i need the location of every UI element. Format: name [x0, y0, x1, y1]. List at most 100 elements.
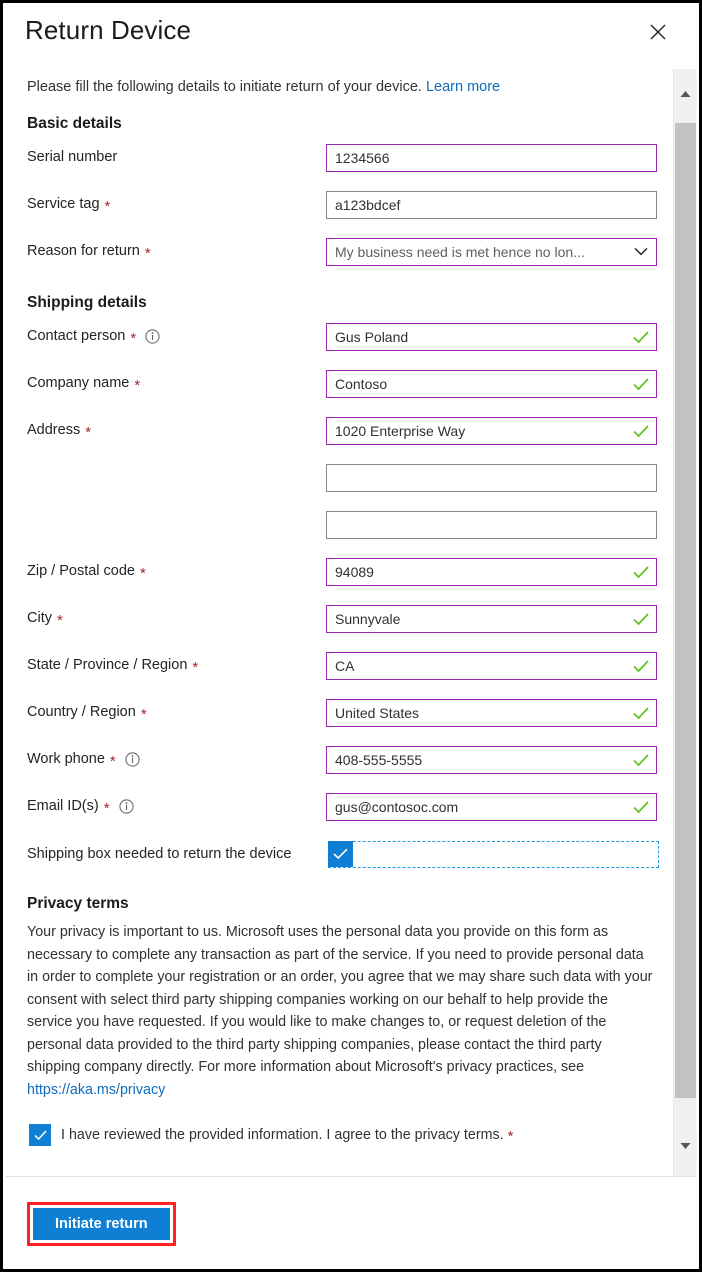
info-glyph: [125, 751, 140, 767]
section-heading-basic: Basic details: [27, 115, 122, 132]
field-label-work-phone: Work phone *: [27, 751, 140, 770]
field-city[interactable]: [326, 605, 657, 633]
field-label-state-province-region: State / Province / Region *: [27, 657, 199, 676]
field-label-address: Address *: [27, 422, 91, 440]
input-contact-person[interactable]: [326, 323, 657, 351]
info-glyph: [145, 328, 160, 344]
intro-text: Please fill the following details to ini…: [27, 77, 500, 97]
required-asterisk: *: [104, 197, 111, 215]
dialog-scroll-area: Please fill the following details to ini…: [6, 69, 679, 1179]
close-icon[interactable]: [643, 17, 673, 47]
required-asterisk: *: [140, 705, 147, 723]
field-work-phone[interactable]: [326, 746, 657, 774]
field-label-city-text: City: [27, 610, 52, 626]
field-address-line-4[interactable]: [326, 511, 657, 539]
input-address[interactable]: [326, 417, 657, 445]
select-reason-for-return-value: My business need is met hence no lon...: [335, 244, 585, 260]
privacy-terms-text: Your privacy is important to us. Microso…: [27, 921, 657, 1101]
field-state-province-region[interactable]: [326, 652, 657, 680]
field-address-line-3[interactable]: [326, 464, 657, 492]
field-label-zip-postal-code: Zip / Postal code *: [27, 563, 146, 582]
field-label-email-id-s-text: Email ID(s): [27, 798, 99, 814]
input-company-name[interactable]: [326, 370, 657, 398]
field-service-tag[interactable]: [326, 191, 657, 219]
field-country-region[interactable]: [326, 699, 657, 727]
agreement-label-text: I have reviewed the provided information…: [61, 1127, 504, 1143]
primary-button-annotation: Initiate return: [27, 1202, 176, 1246]
return-device-dialog: Return Device Please fill the following …: [0, 0, 702, 1272]
checkmark-icon: [333, 848, 348, 860]
required-asterisk: *: [56, 611, 63, 629]
field-zip-postal-code[interactable]: [326, 558, 657, 586]
required-asterisk: *: [109, 752, 116, 770]
initiate-return-button[interactable]: Initiate return: [33, 1208, 170, 1240]
agreement-label: I have reviewed the provided information…: [61, 1127, 514, 1145]
input-serial-number[interactable]: [326, 144, 657, 172]
input-zip-postal-code[interactable]: [326, 558, 657, 586]
learn-more-link[interactable]: Learn more: [426, 79, 500, 95]
input-city[interactable]: [326, 605, 657, 633]
input-country-region[interactable]: [326, 699, 657, 727]
shipping-box-focus-outline: [328, 841, 659, 868]
caret-down-glyph: [680, 1143, 691, 1149]
input-email-id-s[interactable]: [326, 793, 657, 821]
shipping-box-checkbox[interactable]: [328, 841, 353, 867]
field-label-work-phone-text: Work phone: [27, 751, 105, 767]
caret-up-icon[interactable]: [674, 79, 697, 109]
field-label-service-tag-text: Service tag: [27, 196, 100, 212]
field-label-state-province-region-text: State / Province / Region: [27, 657, 188, 673]
required-asterisk: *: [507, 1128, 514, 1145]
field-label-country-region-text: Country / Region: [27, 704, 136, 720]
field-label-contact-person: Contact person *: [27, 328, 160, 347]
select-reason-for-return[interactable]: My business need is met hence no lon...: [326, 238, 657, 266]
field-label-contact-person-text: Contact person: [27, 328, 126, 344]
agreement-checkbox[interactable]: [29, 1124, 51, 1146]
info-icon[interactable]: [125, 751, 140, 767]
scrollbar-thumb[interactable]: [675, 123, 696, 1098]
info-icon[interactable]: [145, 328, 160, 344]
field-label-reason-for-return: Reason for return *: [27, 243, 151, 262]
intro-sentence: Please fill the following details to ini…: [27, 79, 422, 95]
input-work-phone[interactable]: [326, 746, 657, 774]
field-email-id-s[interactable]: [326, 793, 657, 821]
caret-down-icon[interactable]: [674, 1131, 697, 1161]
field-contact-person[interactable]: [326, 323, 657, 351]
section-heading-shipping: Shipping details: [27, 294, 147, 311]
field-label-serial-number-text: Serial number: [27, 149, 118, 165]
required-asterisk: *: [140, 564, 146, 582]
input-address-line-4[interactable]: [326, 511, 657, 539]
close-glyph: [650, 24, 666, 40]
required-asterisk: *: [192, 658, 199, 676]
field-company-name[interactable]: [326, 370, 657, 398]
field-label-serial-number: Serial number: [27, 149, 117, 165]
field-label-company-name: Company name *: [27, 375, 141, 394]
caret-up-glyph: [680, 91, 691, 97]
input-address-line-3[interactable]: [326, 464, 657, 492]
field-label-city: City *: [27, 610, 63, 629]
field-label-email-id-s: Email ID(s) *: [27, 798, 134, 817]
dialog-footer: Initiate return: [6, 1176, 696, 1266]
field-label-service-tag: Service tag *: [27, 196, 111, 215]
info-icon[interactable]: [118, 798, 134, 814]
input-service-tag[interactable]: [326, 191, 657, 219]
required-asterisk: *: [144, 244, 151, 262]
field-label-reason-for-return-text: Reason for return: [27, 243, 140, 259]
field-serial-number[interactable]: [326, 144, 657, 172]
required-asterisk: *: [130, 329, 137, 347]
required-asterisk: *: [103, 799, 110, 817]
dialog-header: Return Device: [3, 3, 699, 69]
input-state-province-region[interactable]: [326, 652, 657, 680]
shipping-box-row: Shipping box needed to return the device: [27, 841, 659, 871]
section-heading-privacy: Privacy terms: [27, 895, 129, 912]
checkmark-icon: [33, 1129, 47, 1140]
required-asterisk: *: [134, 376, 141, 394]
vertical-scrollbar[interactable]: [673, 69, 697, 1179]
page-title: Return Device: [25, 15, 192, 45]
field-label-address-text: Address: [27, 422, 81, 438]
field-address[interactable]: [326, 417, 657, 445]
info-glyph: [118, 798, 134, 814]
shipping-box-label: Shipping box needed to return the device: [27, 846, 292, 862]
field-reason-for-return[interactable]: My business need is met hence no lon...: [326, 238, 657, 266]
privacy-policy-link[interactable]: https://aka.ms/privacy: [27, 1082, 165, 1098]
agreement-row: I have reviewed the provided information…: [29, 1124, 513, 1146]
